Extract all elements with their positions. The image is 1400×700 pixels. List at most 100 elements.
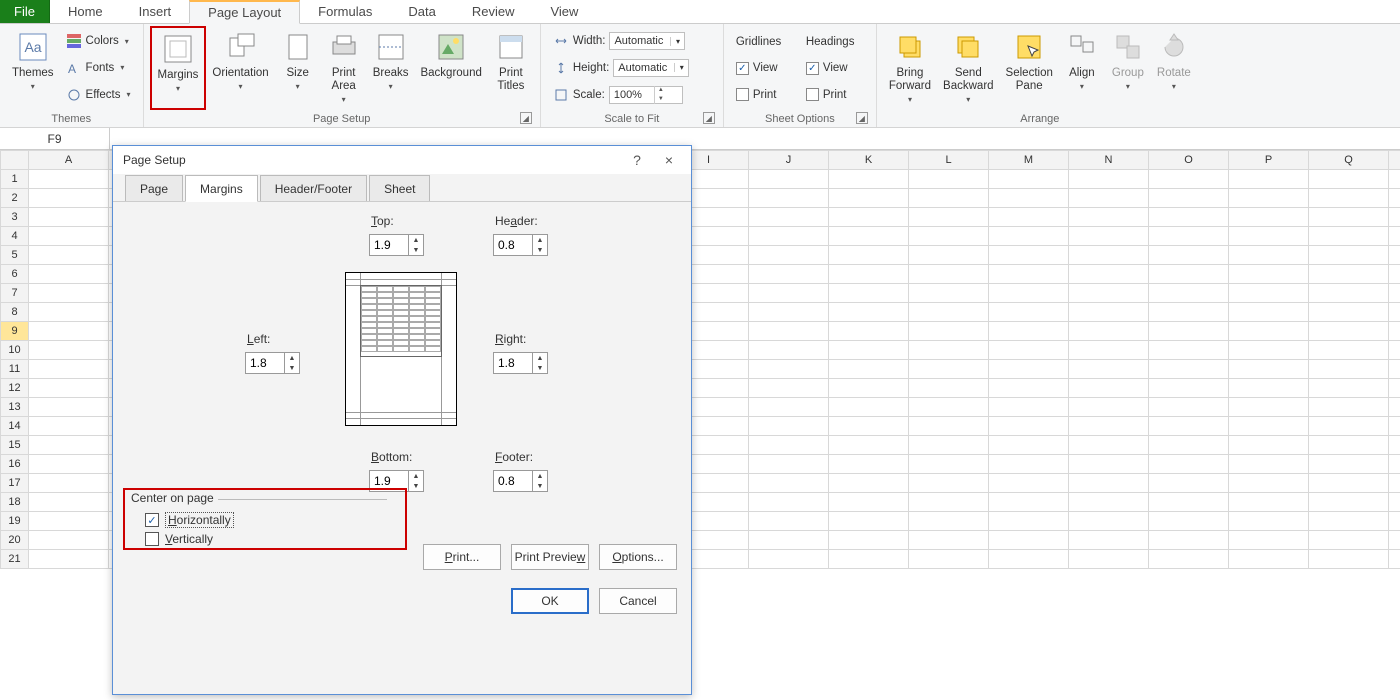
cell-N5[interactable] — [1069, 246, 1149, 265]
cell-P1[interactable] — [1229, 170, 1309, 189]
cell-N3[interactable] — [1069, 208, 1149, 227]
cell-L16[interactable] — [909, 455, 989, 474]
cell-L18[interactable] — [909, 493, 989, 512]
cell-K14[interactable] — [829, 417, 909, 436]
cell-P7[interactable] — [1229, 284, 1309, 303]
row-header-17[interactable]: 17 — [1, 474, 29, 493]
cell-O13[interactable] — [1149, 398, 1229, 417]
row-header-9[interactable]: 9 — [1, 322, 29, 341]
dialog-tab-sheet[interactable]: Sheet — [369, 175, 430, 201]
cell-P3[interactable] — [1229, 208, 1309, 227]
cell-Q11[interactable] — [1309, 360, 1389, 379]
col-header-M[interactable]: M — [989, 151, 1069, 170]
cell-A2[interactable] — [29, 189, 109, 208]
cell-O21[interactable] — [1149, 550, 1229, 569]
cell-Q3[interactable] — [1309, 208, 1389, 227]
cell-M19[interactable] — [989, 512, 1069, 531]
cell-J17[interactable] — [749, 474, 829, 493]
cell-Q12[interactable] — [1309, 379, 1389, 398]
cell-M6[interactable] — [989, 265, 1069, 284]
row-header-4[interactable]: 4 — [1, 227, 29, 246]
cell-J4[interactable] — [749, 227, 829, 246]
cell-N20[interactable] — [1069, 531, 1149, 550]
cell-O6[interactable] — [1149, 265, 1229, 284]
cell-A8[interactable] — [29, 303, 109, 322]
cell-R14[interactable] — [1389, 417, 1400, 436]
row-header-1[interactable]: 1 — [1, 170, 29, 189]
tab-view[interactable]: View — [532, 0, 596, 23]
footer-margin-spinner[interactable]: ▲▼ — [493, 470, 548, 492]
cell-M1[interactable] — [989, 170, 1069, 189]
cell-R21[interactable] — [1389, 550, 1400, 569]
fonts-button[interactable]: A Fonts▾ — [64, 59, 133, 77]
cell-A1[interactable] — [29, 170, 109, 189]
cell-A7[interactable] — [29, 284, 109, 303]
cell-N8[interactable] — [1069, 303, 1149, 322]
ok-button[interactable]: OK — [511, 588, 589, 614]
cell-M3[interactable] — [989, 208, 1069, 227]
cell-Q5[interactable] — [1309, 246, 1389, 265]
col-header-R[interactable]: R — [1389, 151, 1400, 170]
cell-O12[interactable] — [1149, 379, 1229, 398]
cell-M14[interactable] — [989, 417, 1069, 436]
cell-J11[interactable] — [749, 360, 829, 379]
cell-P14[interactable] — [1229, 417, 1309, 436]
gridlines-view-check[interactable]: ✓View — [734, 61, 796, 76]
cell-O16[interactable] — [1149, 455, 1229, 474]
cell-R7[interactable] — [1389, 284, 1400, 303]
cell-K18[interactable] — [829, 493, 909, 512]
cell-L11[interactable] — [909, 360, 989, 379]
cell-M8[interactable] — [989, 303, 1069, 322]
cell-O9[interactable] — [1149, 322, 1229, 341]
cell-K15[interactable] — [829, 436, 909, 455]
cell-Q4[interactable] — [1309, 227, 1389, 246]
cell-J12[interactable] — [749, 379, 829, 398]
top-margin-spinner[interactable]: ▲▼ — [369, 234, 424, 256]
cell-P19[interactable] — [1229, 512, 1309, 531]
right-margin-spinner[interactable]: ▲▼ — [493, 352, 548, 374]
select-all-corner[interactable] — [1, 151, 29, 170]
cell-R3[interactable] — [1389, 208, 1400, 227]
row-header-8[interactable]: 8 — [1, 303, 29, 322]
row-header-7[interactable]: 7 — [1, 284, 29, 303]
close-icon[interactable]: × — [653, 148, 685, 172]
cell-M16[interactable] — [989, 455, 1069, 474]
cell-N10[interactable] — [1069, 341, 1149, 360]
col-header-A[interactable]: A — [29, 151, 109, 170]
cell-L2[interactable] — [909, 189, 989, 208]
cell-R1[interactable] — [1389, 170, 1400, 189]
cell-Q16[interactable] — [1309, 455, 1389, 474]
cell-K11[interactable] — [829, 360, 909, 379]
cell-O7[interactable] — [1149, 284, 1229, 303]
cell-Q15[interactable] — [1309, 436, 1389, 455]
cell-N6[interactable] — [1069, 265, 1149, 284]
cell-R15[interactable] — [1389, 436, 1400, 455]
gridlines-print-check[interactable]: Print — [734, 87, 796, 102]
scale-launcher[interactable]: ◢ — [703, 112, 715, 124]
cell-J20[interactable] — [749, 531, 829, 550]
cell-L17[interactable] — [909, 474, 989, 493]
cell-R13[interactable] — [1389, 398, 1400, 417]
cell-N12[interactable] — [1069, 379, 1149, 398]
cell-L9[interactable] — [909, 322, 989, 341]
cell-R11[interactable] — [1389, 360, 1400, 379]
cell-R6[interactable] — [1389, 265, 1400, 284]
tab-page-layout[interactable]: Page Layout — [189, 0, 300, 24]
cell-N2[interactable] — [1069, 189, 1149, 208]
tab-data[interactable]: Data — [390, 0, 453, 23]
cell-P21[interactable] — [1229, 550, 1309, 569]
cell-Q6[interactable] — [1309, 265, 1389, 284]
cell-K19[interactable] — [829, 512, 909, 531]
cell-P5[interactable] — [1229, 246, 1309, 265]
print-preview-button[interactable]: Print Preview — [511, 544, 589, 570]
cell-A20[interactable] — [29, 531, 109, 550]
cell-M20[interactable] — [989, 531, 1069, 550]
cell-M9[interactable] — [989, 322, 1069, 341]
cell-Q2[interactable] — [1309, 189, 1389, 208]
cell-O11[interactable] — [1149, 360, 1229, 379]
cell-L1[interactable] — [909, 170, 989, 189]
cell-A6[interactable] — [29, 265, 109, 284]
width-combo[interactable]: Automatic▾ — [609, 32, 685, 50]
print-titles-button[interactable]: Print Titles — [488, 26, 534, 110]
cell-L21[interactable] — [909, 550, 989, 569]
